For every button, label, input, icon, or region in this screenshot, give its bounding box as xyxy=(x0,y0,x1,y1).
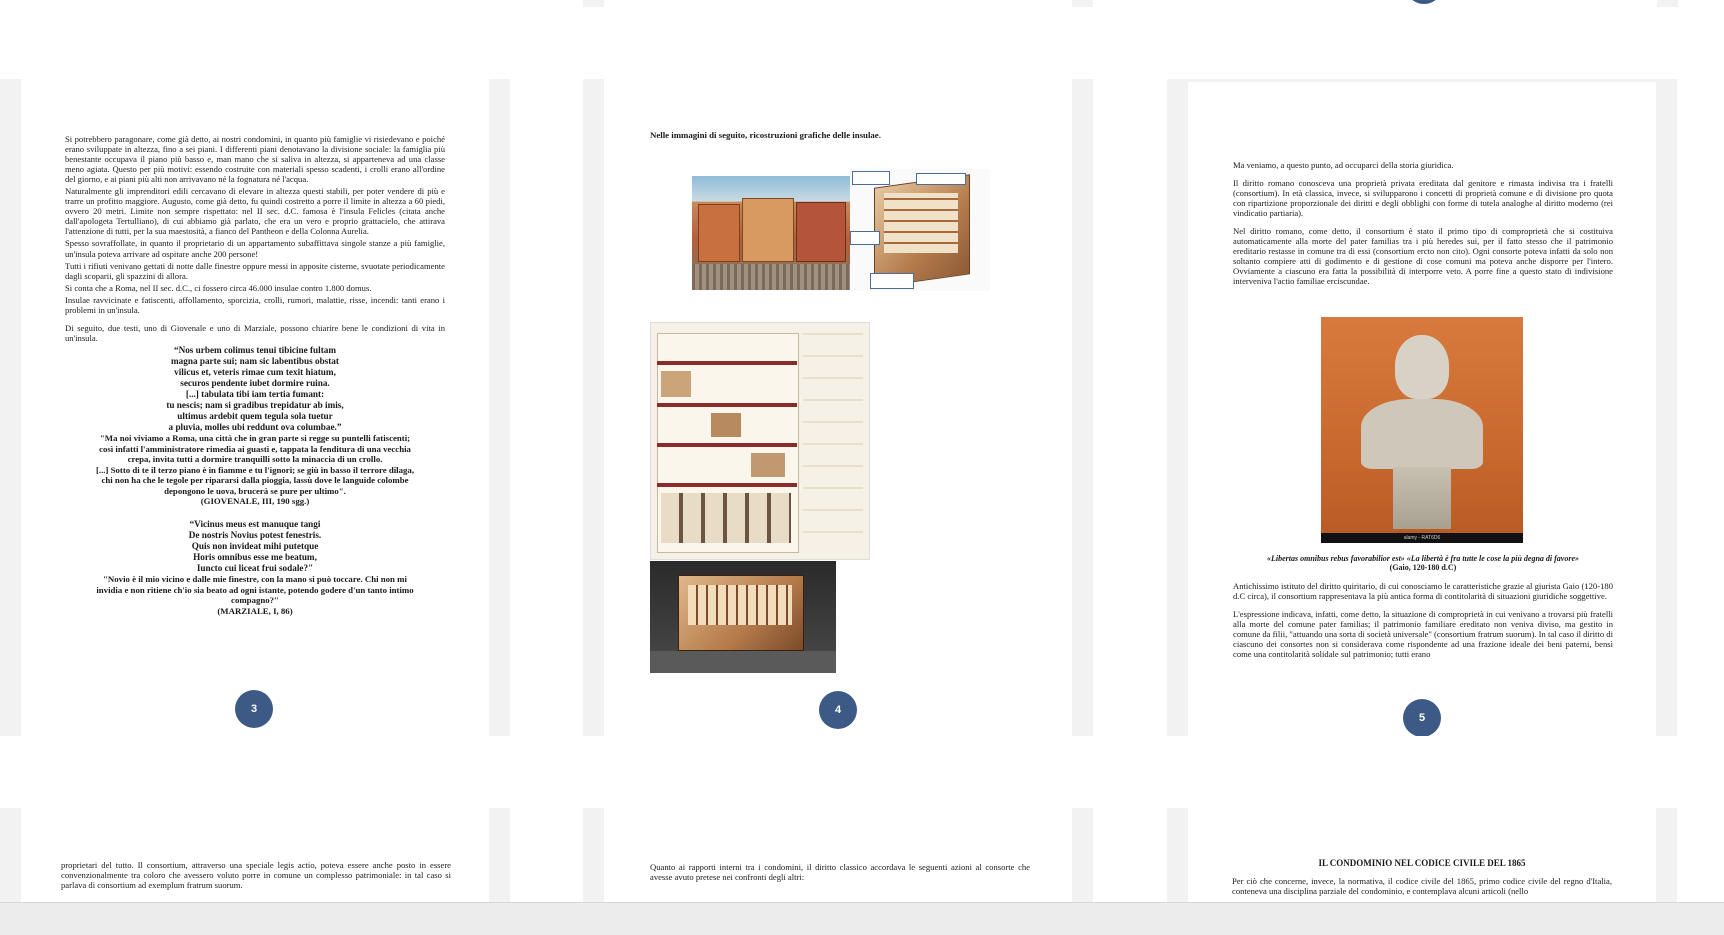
translation-line: chi non ha che le tegole per ripararsi d… xyxy=(101,475,409,486)
page5-paragraph: Nel diritto romano, come detto, il conso… xyxy=(1233,226,1613,287)
page5-paragraph: Il diritto romano conosceva una propriet… xyxy=(1233,178,1613,219)
insula-model-image xyxy=(650,561,836,673)
citation: (MARZIALE, I, 86) xyxy=(217,605,293,616)
label-callout xyxy=(916,173,966,185)
page-number-badge[interactable]: 3 xyxy=(235,690,273,728)
verse-line: securos pendente iubet dormire ruina. xyxy=(180,377,330,388)
verse-line: vilicus et, veteris rimae cum texit hiat… xyxy=(174,366,336,377)
insula-cutaway-image xyxy=(850,169,990,291)
page8-paragraph: Per ciò che concerne, invece, la normati… xyxy=(1232,876,1612,897)
verse-line: magna parte sui; nam sic labentibus obst… xyxy=(171,355,339,366)
page3-paragraph: Si conta che a Roma, nel II sec. d.C., c… xyxy=(65,282,372,293)
insulae-street-image xyxy=(692,176,850,290)
verse-line: a pluvia, molles ubi reddunt ova columba… xyxy=(168,422,342,433)
page3-paragraph: Si potrebbero paragonare, come già detto… xyxy=(65,134,445,185)
martial-italian: "Novio è il mio vicino e dalle mie fines… xyxy=(65,574,445,616)
watermark-text: alamy - RAT6D6 xyxy=(1403,535,1441,541)
page6-paragraph: proprietari del tutto. Il consortium, at… xyxy=(61,860,451,891)
verse-line: “Nos urbem colimus tenui tibicine fultam xyxy=(173,344,337,355)
verse-line: De nostris Novius potest fenestris. xyxy=(188,530,322,540)
page3-intro-poems: Di seguito, due testi, uno di Giovenale … xyxy=(65,322,445,343)
insula-section-drawing xyxy=(650,322,870,560)
page8-heading: IL CONDOMINIO NEL CODICE CIVILE DEL 1865 xyxy=(1318,858,1526,868)
page5-paragraph: L'espressione indicava, infatti, come de… xyxy=(1233,608,1613,659)
page-5: Ma veniamo, a questo punto, ad occuparci… xyxy=(1188,82,1656,736)
verse-line: ultimus ardebit quem tegula sola tuetur xyxy=(177,411,333,422)
page5-paragraph: Ma veniamo, a questo punto, ad occuparci… xyxy=(1233,160,1454,170)
label-callout xyxy=(870,273,914,289)
page4-heading: Nelle immagini di seguito, ricostruzioni… xyxy=(650,130,881,140)
translation-line: "Novio è il mio vicino e dalle mie fines… xyxy=(103,574,407,585)
verse-line: Quis non invideat mihi putetque xyxy=(191,541,319,552)
page-3: Si potrebbero paragonare, come già detto… xyxy=(21,79,489,736)
translation-line: così infatti l'amministratore rimedia ai… xyxy=(99,443,411,454)
verse-line: Iuncto cui liceat frui sodale?" xyxy=(196,563,314,574)
translation-line: "Ma noi viviamo a Roma, una città che in… xyxy=(99,433,411,444)
page-above-badge xyxy=(1406,0,1442,4)
juvenal-italian: "Ma noi viviamo a Roma, una città che in… xyxy=(65,433,445,507)
bust-caption: «Libertas omnibus rebus favorabilior est… xyxy=(1267,554,1579,563)
verse-line: tu nescis; nam si gradibus trepidatur ab… xyxy=(166,400,344,411)
page3-paragraph: Tutti i rifiuti venivano gettati di nott… xyxy=(65,260,445,281)
page3-paragraph: Spesso sovraffollate, in quanto il propr… xyxy=(65,238,445,259)
juvenal-latin: “Nos urbem colimus tenui tibicine fultam… xyxy=(65,345,445,433)
page-above-right xyxy=(1072,0,1093,7)
page5-paragraph: Antichissimo istituto del diritto quirit… xyxy=(1233,580,1613,601)
verse-line: Horis omnibus esse me beatum, xyxy=(193,552,317,563)
translation-line: compagno?" xyxy=(231,595,279,606)
verse-line: [...] tabulata tibi iam tertia fumant: xyxy=(185,389,325,400)
citation: (GIOVENALE, III, 190 sgg.) xyxy=(200,496,310,507)
verse-line: “Vicinus meus est manuque tangi xyxy=(189,518,321,529)
bottom-toolbar xyxy=(0,902,1724,935)
translation-line: depongono le uova, brucerà se pure per u… xyxy=(164,485,346,496)
label-callout xyxy=(850,231,880,245)
page-above-left xyxy=(583,0,604,7)
page3-paragraph: Naturalmente gli imprenditori edili cerc… xyxy=(65,186,445,237)
bust-caption-ref: (Gaio, 120-180 d.C) xyxy=(1389,563,1457,573)
martial-latin: “Vicinus meus est manuque tangi De nostr… xyxy=(65,519,445,574)
page7-paragraph: Quanto ai rapporti interni tra i condomi… xyxy=(650,862,1030,883)
page3-paragraph: Insulae ravvicinate e fatiscenti, affoll… xyxy=(65,294,445,315)
gaius-bust-image: alamy - RAT6D6 xyxy=(1321,317,1523,543)
page-4: Nelle immagini di seguito, ricostruzioni… xyxy=(604,79,1072,736)
label-callout xyxy=(852,171,890,185)
page-number-badge[interactable]: 5 xyxy=(1403,699,1441,736)
translation-line: invidia e non ritiene ch'io sia beato ad… xyxy=(96,584,414,595)
watermark-strip: alamy - RAT6D6 xyxy=(1321,533,1523,543)
translation-line: crepa, invita tutti a dormire tranquilli… xyxy=(127,454,383,465)
page-number-badge[interactable]: 4 xyxy=(819,691,857,729)
page-above-right2 xyxy=(1657,0,1678,7)
translation-line: [...] Sotto di te il terzo piano è in fi… xyxy=(95,464,415,475)
